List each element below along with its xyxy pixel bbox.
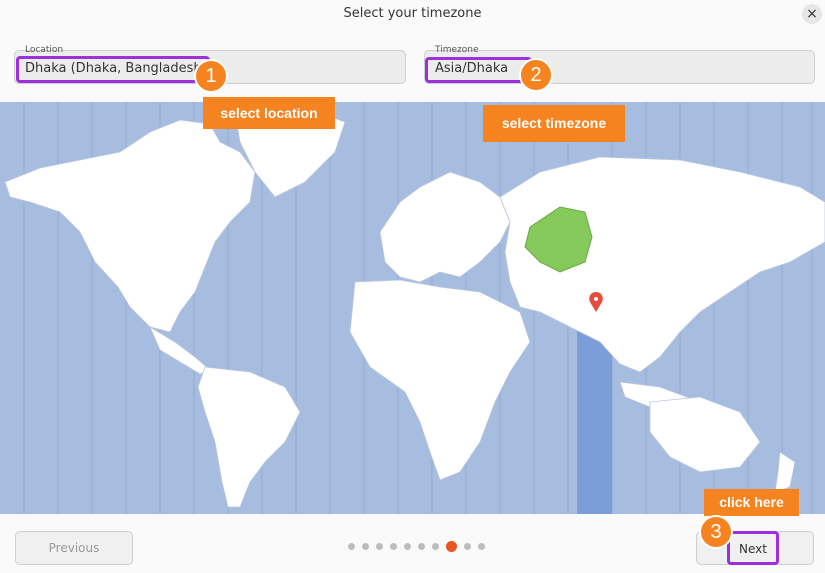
timezone-map[interactable] bbox=[0, 102, 825, 514]
page-dot bbox=[362, 543, 369, 550]
previous-label: Previous bbox=[48, 541, 100, 555]
step-2-badge: 2 bbox=[519, 58, 553, 92]
callout-text: select timezone bbox=[501, 115, 607, 131]
callout-select-timezone: select timezone bbox=[483, 105, 625, 142]
step-number: 1 bbox=[205, 65, 217, 87]
page-dot bbox=[418, 543, 425, 550]
step-number: 3 bbox=[710, 521, 722, 543]
callout-text: select location bbox=[220, 105, 318, 121]
title-bar: Select your timezone × bbox=[0, 0, 825, 36]
location-highlight bbox=[16, 56, 210, 83]
pagination-dots bbox=[348, 541, 485, 552]
page-dot bbox=[432, 543, 439, 550]
page-dot bbox=[390, 543, 397, 550]
callout-text: click here bbox=[719, 494, 784, 510]
page-dot bbox=[464, 543, 471, 550]
callout-click-here: click here bbox=[704, 489, 799, 516]
step-1-badge: 1 bbox=[194, 59, 228, 93]
page-dot bbox=[404, 543, 411, 550]
next-highlight[interactable]: Next bbox=[727, 531, 779, 565]
timezone-highlight bbox=[425, 57, 532, 83]
continents bbox=[4, 105, 825, 508]
step-number: 2 bbox=[530, 64, 542, 86]
callout-select-location: select location bbox=[203, 97, 335, 129]
page-dot-current bbox=[446, 541, 457, 552]
close-button[interactable]: × bbox=[802, 4, 822, 24]
page-dot bbox=[376, 543, 383, 550]
next-label: Next bbox=[739, 542, 767, 556]
page-dot bbox=[348, 543, 355, 550]
world-map[interactable] bbox=[0, 102, 825, 514]
previous-button[interactable]: Previous bbox=[15, 531, 133, 565]
close-icon: × bbox=[806, 6, 818, 22]
page-dot bbox=[478, 543, 485, 550]
window-title: Select your timezone bbox=[343, 6, 482, 21]
location-label: Location bbox=[25, 45, 64, 55]
timezone-label: Timezone bbox=[435, 45, 479, 55]
step-3-badge: 3 bbox=[699, 515, 733, 549]
